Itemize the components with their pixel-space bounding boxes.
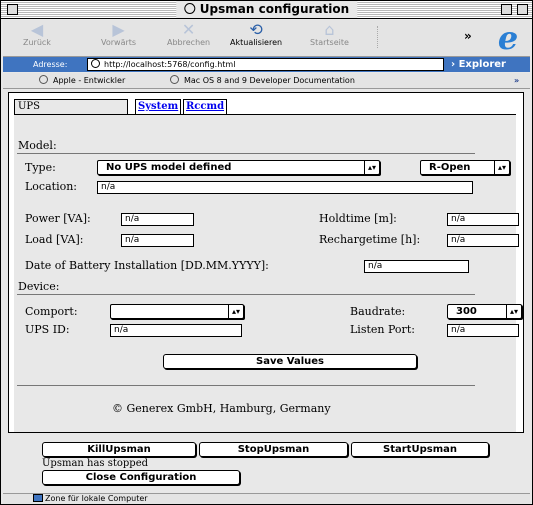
toolbar-divider — [377, 26, 378, 48]
comport-label: Comport: — [25, 305, 78, 318]
ups-panel: Model: Type: No UPS model defined ▴▾ R-Op… — [14, 114, 522, 432]
home-icon: ⌂ — [324, 20, 335, 39]
kill-upsman-button[interactable]: KillUpsman — [42, 442, 196, 457]
zoom-box-icon[interactable] — [501, 4, 512, 15]
location-input[interactable]: n/a — [97, 181, 473, 194]
collapse-box-icon[interactable] — [517, 4, 528, 15]
select-arrows-icon: ▴▾ — [494, 161, 509, 174]
tab-ups[interactable]: UPS — [14, 99, 128, 114]
ups-id-input[interactable]: n/a — [110, 324, 242, 337]
footer-divider — [17, 385, 475, 386]
title-bar[interactable]: Upsman configuration — [1, 1, 532, 19]
home-button[interactable]: ⌂ Startseite — [310, 21, 349, 47]
refresh-icon: ⟲ — [249, 20, 263, 39]
tab-system[interactable]: System — [135, 99, 182, 115]
close-configuration-button[interactable]: Close Configuration — [42, 470, 240, 485]
rechargetime-input[interactable]: n/a — [447, 234, 519, 247]
favorite-icon — [170, 75, 179, 84]
back-button[interactable]: ◀ Zurück — [23, 21, 51, 47]
explorer-logo-icon: e — [497, 19, 519, 57]
browser-window: Upsman configuration ◀ Zurück ▶ Vorwärts ✕… — [0, 0, 533, 505]
forward-arrow-icon: ▶ — [112, 20, 125, 39]
back-arrow-icon: ◀ — [30, 20, 44, 39]
listen-port-label: Listen Port: — [350, 323, 415, 336]
favorites-bar: Apple - Entwickler Mac OS 8 and 9 Develo… — [3, 73, 530, 89]
start-upsman-button[interactable]: StartUpsman — [351, 442, 489, 457]
model-heading: Model: — [18, 139, 57, 152]
location-label: Location: — [25, 180, 77, 193]
device-divider — [17, 294, 475, 295]
address-bar: Adresse: http://localhost:5768/config.ht… — [3, 57, 530, 72]
listen-port-input[interactable]: n/a — [447, 324, 519, 337]
toolbar-overflow-button[interactable]: » — [464, 29, 472, 43]
refresh-button[interactable]: ⟲ Aktualisieren — [230, 21, 282, 47]
url-page-icon — [91, 59, 100, 68]
stop-x-icon: ✕ — [181, 20, 196, 39]
url-input[interactable]: http://localhost:5768/config.html — [87, 58, 444, 71]
select-arrows-icon: ▴▾ — [364, 161, 379, 174]
rechargetime-label: Rechargetime [h]: — [319, 233, 421, 246]
battery-date-label: Date of Battery Installation [DD.MM.YYYY… — [25, 259, 269, 272]
model-divider — [17, 153, 475, 154]
favorite-icon — [39, 75, 48, 84]
holdtime-input[interactable]: n/a — [447, 213, 519, 226]
open-mode-select[interactable]: R-Open ▴▾ — [420, 160, 510, 175]
close-box-icon[interactable] — [7, 4, 18, 15]
upsman-status-text: Upsman has stopped — [42, 458, 149, 469]
control-area: KillUpsman StopUpsman StartUpsman Upsman… — [8, 433, 522, 491]
baudrate-label: Baudrate: — [350, 305, 406, 318]
select-arrows-icon: ▴▾ — [506, 305, 521, 318]
window-title: Upsman configuration — [199, 2, 350, 16]
stop-button[interactable]: ✕ Abbrechen — [167, 21, 210, 47]
battery-date-input[interactable]: n/a — [364, 260, 469, 273]
stop-upsman-button[interactable]: StopUpsman — [199, 442, 348, 457]
url-text: http://localhost:5768/config.html — [104, 60, 236, 69]
save-values-button[interactable]: Save Values — [163, 354, 417, 369]
page-icon — [183, 3, 195, 14]
favorite-macos-docs[interactable]: Mac OS 8 and 9 Developer Documentation — [170, 73, 355, 88]
select-arrows-icon: ▴▾ — [228, 305, 243, 318]
favorites-overflow-button[interactable]: » — [514, 73, 519, 88]
page-content: UPS System Rccmd Model: Type: No UPS mod… — [8, 92, 524, 433]
load-input[interactable]: n/a — [121, 234, 194, 247]
ups-id-label: UPS ID: — [25, 323, 70, 336]
baudrate-select[interactable]: 300 ▴▾ — [447, 304, 522, 319]
copyright-text: © Generex GmbH, Hamburg, Germany — [112, 402, 331, 415]
ups-type-select[interactable]: No UPS model defined ▴▾ — [97, 160, 380, 175]
status-bar: Zone für lokale Computer — [3, 493, 530, 504]
load-label: Load [VA]: — [25, 233, 84, 246]
favorite-apple-developer[interactable]: Apple - Entwickler — [39, 73, 125, 88]
power-input[interactable]: n/a — [121, 213, 194, 226]
local-zone-icon — [33, 494, 43, 502]
forward-button[interactable]: ▶ Vorwärts — [101, 21, 136, 47]
zone-text: Zone für lokale Computer — [45, 494, 148, 503]
comport-select[interactable]: ▴▾ — [110, 304, 244, 319]
type-label: Type: — [25, 161, 56, 174]
tab-rccmd[interactable]: Rccmd — [183, 99, 228, 115]
holdtime-label: Holdtime [m]: — [319, 212, 397, 225]
toolbar: ◀ Zurück ▶ Vorwärts ✕ Abbrechen ⟲ Aktualisie… — [3, 20, 530, 57]
power-label: Power [VA]: — [25, 212, 91, 225]
address-label: Adresse: — [33, 60, 68, 69]
device-heading: Device: — [18, 280, 60, 293]
explorer-button[interactable]: › Explorer — [451, 57, 506, 72]
